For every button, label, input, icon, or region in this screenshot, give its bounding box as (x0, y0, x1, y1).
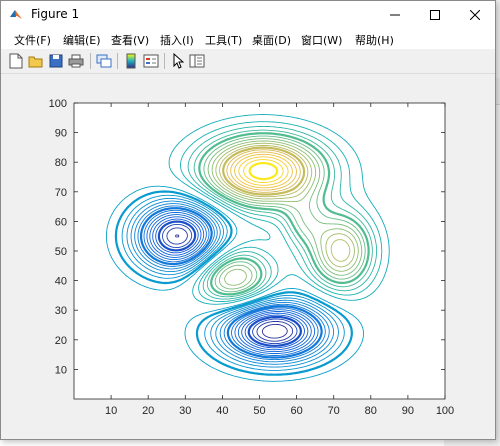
x-tick-label: 60 (290, 405, 302, 417)
edit-plot-button[interactable] (169, 52, 187, 70)
new-figure-button[interactable] (7, 52, 25, 70)
menu-edit[interactable]: 编辑(E) (63, 32, 101, 48)
link-figure-icon (96, 54, 112, 68)
menu-bar: 文件(F) 编辑(E) 查看(V) 插入(I) 工具(T) 桌面(D) 窗口(W… (1, 29, 495, 49)
colorbar-icon (126, 53, 136, 69)
y-tick-label: 70 (55, 187, 67, 199)
x-tick-label: 80 (365, 405, 377, 417)
x-tick-label: 30 (179, 405, 191, 417)
link-figure-button[interactable] (95, 52, 113, 70)
open-file-icon (28, 56, 43, 68)
y-tick-label: 50 (55, 246, 67, 258)
property-editor-icon (189, 54, 205, 68)
figure-window: Figure 1 文件(F) 编辑(E) 查看(V) 插入(I) 工具(T) 桌… (0, 0, 496, 440)
menu-insert[interactable]: 插入(I) (160, 32, 194, 48)
open-file-button[interactable] (27, 52, 45, 70)
save-icon (49, 54, 63, 68)
colorbar-button[interactable] (122, 52, 140, 70)
toolbar-separator (164, 53, 165, 69)
y-tick-label: 10 (55, 364, 67, 376)
y-tick-label: 100 (49, 98, 67, 110)
menu-desktop[interactable]: 桌面(D) (252, 32, 291, 48)
pointer-icon (173, 53, 184, 69)
y-tick-label: 40 (55, 276, 67, 288)
x-tick-label: 40 (216, 405, 228, 417)
menu-window[interactable]: 窗口(W) (301, 32, 342, 48)
y-tick-label: 90 (55, 128, 67, 140)
x-tick-label: 70 (328, 405, 340, 417)
matlab-icon (10, 10, 22, 19)
y-tick-label: 20 (55, 335, 67, 347)
new-figure-icon (9, 53, 23, 69)
close-icon (470, 10, 480, 20)
x-tick-label: 50 (253, 405, 265, 417)
maximize-icon (430, 10, 440, 20)
title-bar[interactable]: Figure 1 (1, 1, 495, 29)
contour-chart[interactable]: 10 20 30 40 50 60 70 80 90 100 10 20 30 40 50 60 70 80 90 1… (1, 74, 495, 439)
legend-icon (143, 54, 159, 68)
y-tick-label: 80 (55, 157, 67, 169)
menu-view[interactable]: 查看(V) (111, 32, 149, 48)
y-tick-label: 60 (55, 216, 67, 228)
menu-tools[interactable]: 工具(T) (205, 32, 242, 48)
figure-toolbar (1, 49, 495, 74)
window-title: Figure 1 (31, 7, 80, 21)
maximize-button[interactable] (415, 1, 455, 29)
x-tick-label: 10 (105, 405, 117, 417)
print-icon (68, 54, 84, 68)
property-editor-button[interactable] (188, 52, 206, 70)
print-button[interactable] (67, 52, 85, 70)
x-tick-label: 90 (402, 405, 414, 417)
legend-button[interactable] (142, 52, 160, 70)
x-tick-label: 100 (436, 405, 454, 417)
close-button[interactable] (455, 1, 495, 29)
toolbar-separator (90, 53, 91, 69)
minimize-button[interactable] (375, 1, 415, 29)
x-tick-label: 20 (142, 405, 154, 417)
toolbar-separator (117, 53, 118, 69)
save-button[interactable] (47, 52, 65, 70)
plot-area: 10 20 30 40 50 60 70 80 90 100 10 20 30 40 50 60 70 80 90 1… (1, 74, 495, 439)
y-tick-label: 30 (55, 305, 67, 317)
menu-help[interactable]: 帮助(H) (355, 32, 394, 48)
menu-file[interactable]: 文件(F) (14, 32, 51, 48)
minimize-icon (390, 14, 400, 16)
